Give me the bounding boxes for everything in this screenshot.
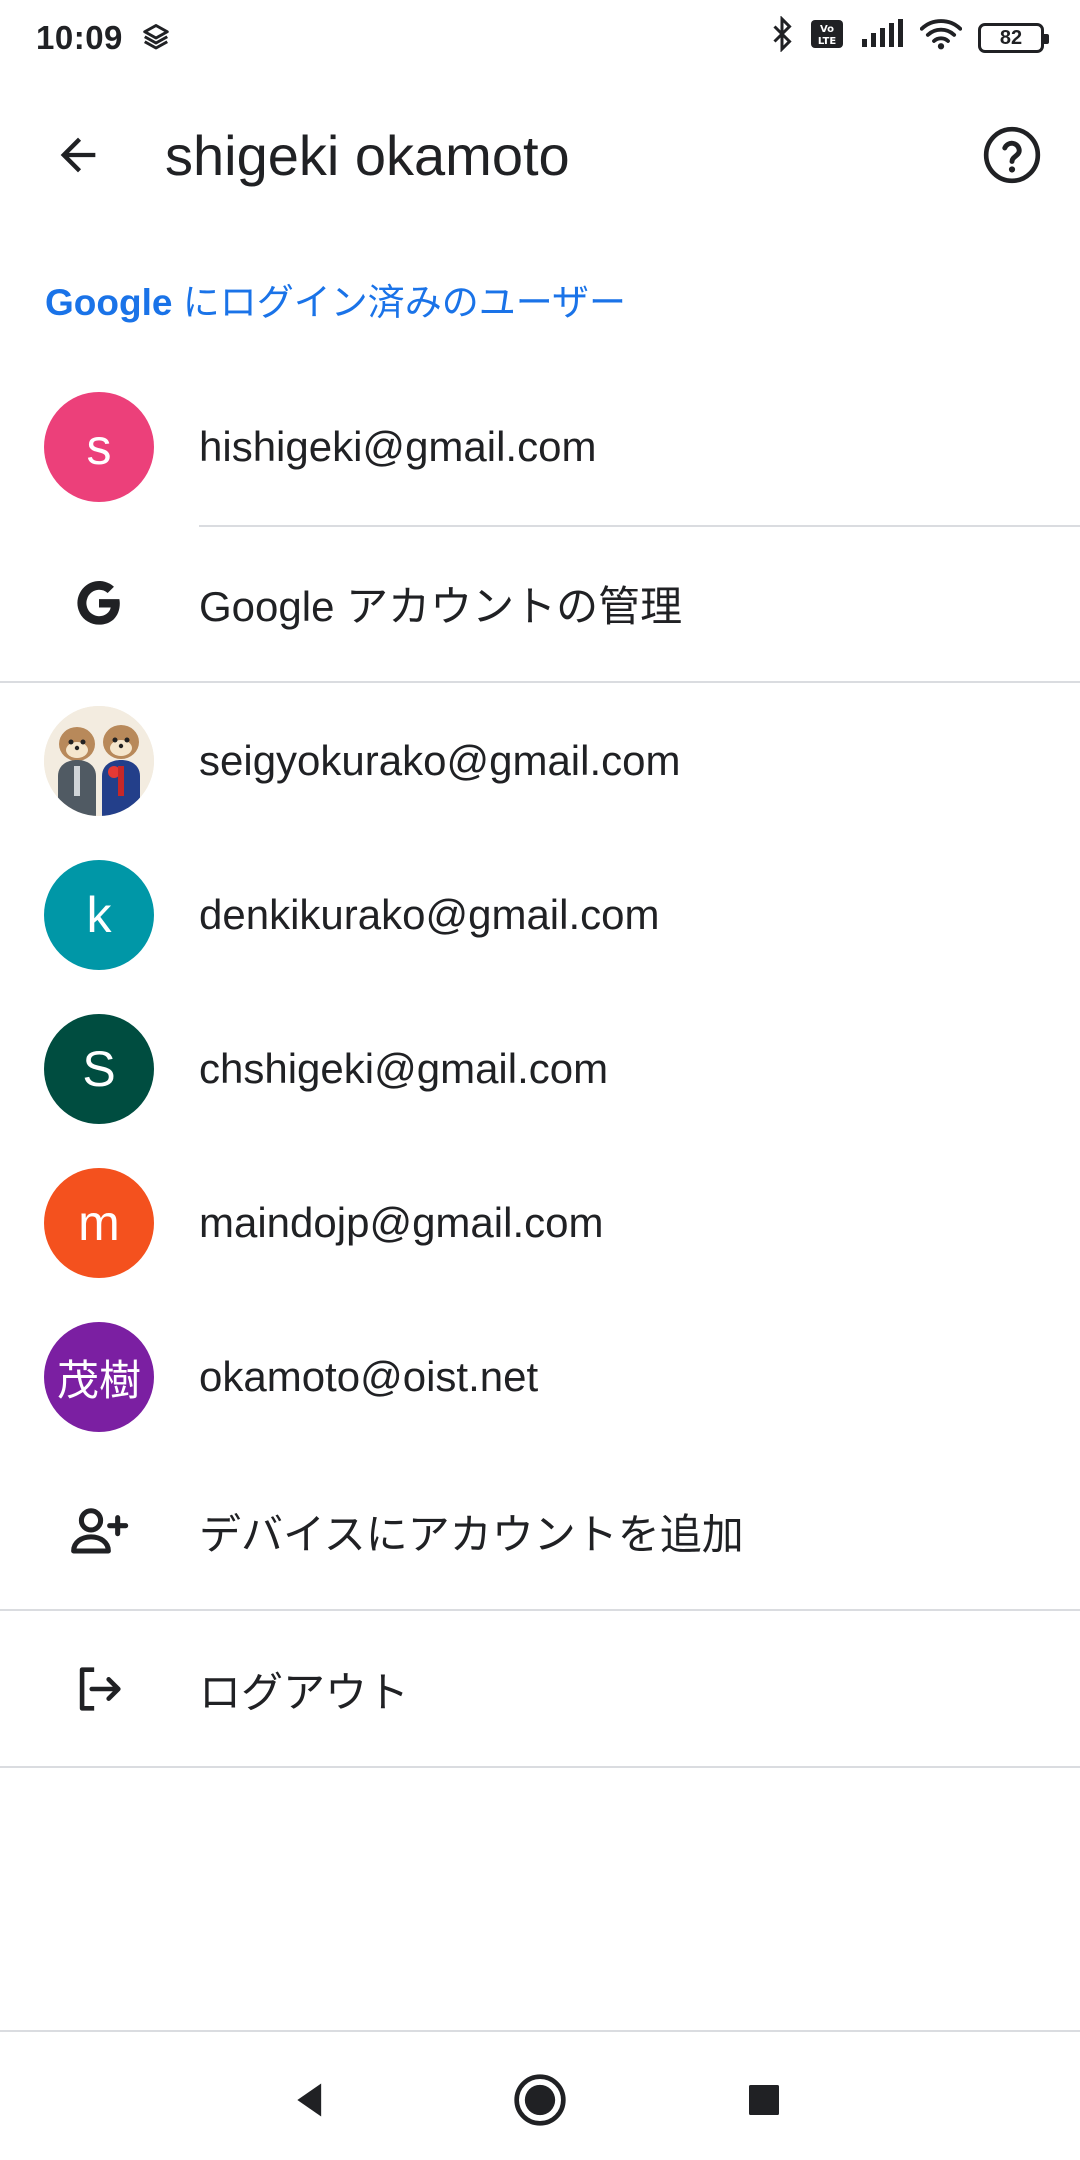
section-header: Google にログイン済みのユーザー (45, 272, 626, 326)
account-email: okamoto@oist.net (199, 1353, 539, 1400)
account-row[interactable]: S chshigeki@gmail.com (0, 1014, 1080, 1124)
status-time: 10:09 (36, 19, 123, 56)
stack-icon (141, 23, 171, 53)
account-email: chshigeki@gmail.com (199, 1045, 609, 1092)
avatar-letter: k (86, 887, 112, 943)
app-bar: shigeki okamoto (0, 100, 1080, 210)
logout-icon (60, 1650, 138, 1728)
svg-text:Vo: Vo (820, 24, 834, 35)
section-header-text: にログイン済みのユーザー (172, 282, 626, 323)
account-row[interactable]: 茂樹 okamoto@oist.net (0, 1322, 1080, 1432)
status-bar: 10:09 Vo LTE 82 (0, 0, 1080, 76)
nav-home-button[interactable] (490, 2050, 590, 2150)
back-button[interactable] (40, 117, 116, 193)
svg-text:LTE: LTE (818, 36, 837, 47)
account-row[interactable]: m maindojp@gmail.com (0, 1168, 1080, 1278)
section-google-word: Google (45, 282, 173, 323)
help-icon (983, 126, 1041, 184)
nav-back-icon (297, 2083, 322, 2117)
avatar: m (44, 1168, 154, 1278)
signal-icon (860, 19, 904, 57)
current-account-row[interactable]: s hishigeki@gmail.com (0, 392, 1080, 502)
account-email: maindojp@gmail.com (199, 1199, 604, 1246)
manage-account-button[interactable]: Google アカウントの管理 (0, 548, 1080, 658)
nav-recents-icon (749, 2085, 779, 2115)
account-email: seigyokurako@gmail.com (199, 737, 681, 784)
add-account-button[interactable]: デバイスにアカウントを追加 (0, 1476, 1080, 1586)
manage-account-label: Google アカウントの管理 (199, 582, 683, 630)
screen: 10:09 Vo LTE 82 shigeki okamoto Google に… (0, 0, 1080, 2160)
divider (0, 681, 1080, 683)
account-row[interactable]: seigyokurako@gmail.com (0, 706, 1080, 816)
avatar-photo (44, 706, 154, 816)
nav-home-icon (514, 2074, 566, 2126)
add-account-label: デバイスにアカウントを追加 (199, 1510, 744, 1558)
help-button[interactable] (972, 115, 1052, 195)
avatar-letter: s (86, 419, 112, 475)
nav-recents-button[interactable] (714, 2050, 814, 2150)
avatar-letter: 茂樹 (56, 1356, 141, 1404)
divider (0, 1766, 1080, 1768)
page-title: shigeki okamoto (165, 123, 570, 187)
avatar (44, 706, 154, 816)
avatar-letter: m (78, 1195, 120, 1251)
avatar-letter: S (82, 1041, 116, 1097)
arrow-back-icon (60, 137, 96, 173)
status-icons: Vo LTE 82 (770, 15, 1049, 60)
person-add-icon (60, 1492, 138, 1570)
volte-icon: Vo LTE (810, 19, 844, 57)
battery-icon: 82 (978, 23, 1049, 53)
battery-level: 82 (999, 26, 1023, 49)
avatar: s (44, 392, 154, 502)
system-nav-bar (0, 2030, 1080, 2160)
divider (199, 525, 1080, 527)
account-email: hishigeki@gmail.com (199, 423, 597, 470)
account-email: denkikurako@gmail.com (199, 891, 660, 938)
account-row[interactable]: k denkikurako@gmail.com (0, 860, 1080, 970)
avatar: S (44, 1014, 154, 1124)
logout-button[interactable]: ログアウト (0, 1634, 1080, 1744)
nav-back-button[interactable] (262, 2050, 362, 2150)
avatar: k (44, 860, 154, 970)
avatar: 茂樹 (44, 1322, 154, 1432)
wifi-icon (919, 18, 963, 58)
bluetooth-icon (770, 15, 794, 60)
google-g-icon (60, 564, 138, 642)
divider (0, 1609, 1080, 1611)
logout-label: ログアウト (199, 1668, 410, 1716)
